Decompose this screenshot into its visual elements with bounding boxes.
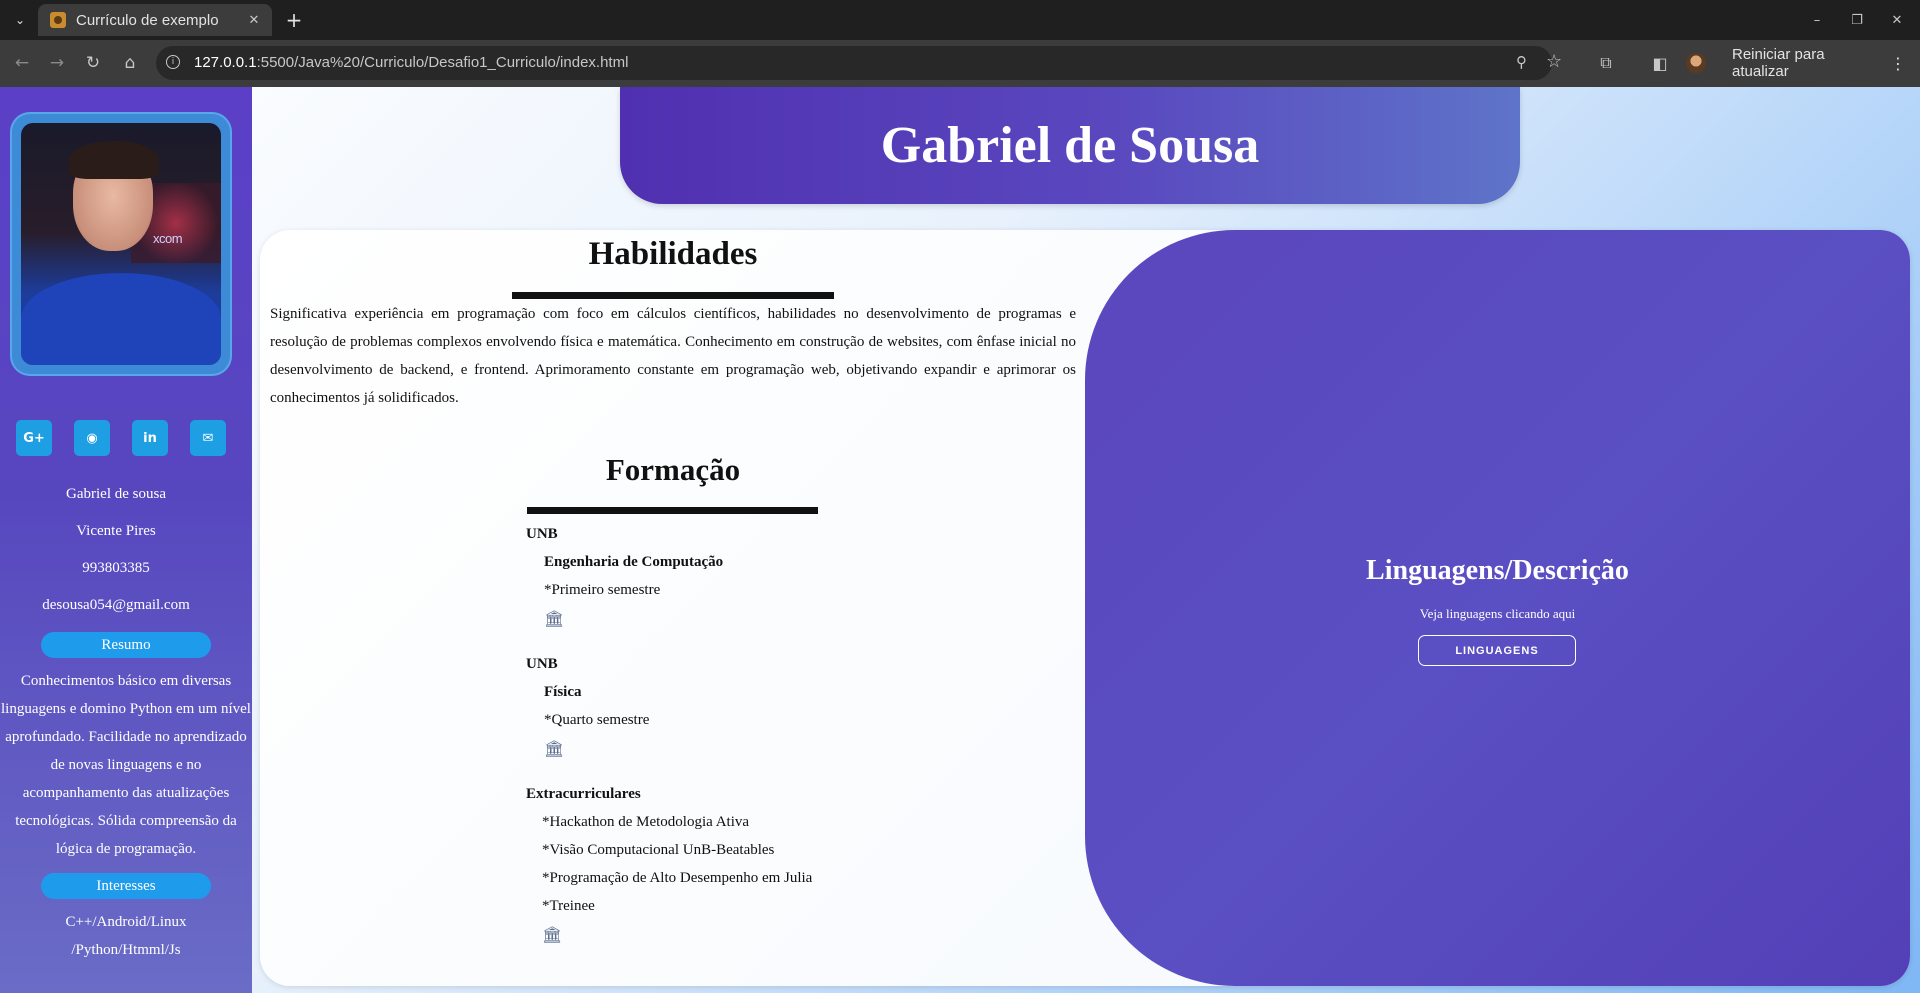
formacao-institution: UNB: [526, 656, 558, 672]
photo-logo-text: xcom: [153, 231, 183, 246]
linguagens-button[interactable]: LINGUAGENS: [1418, 635, 1576, 666]
zoom-icon[interactable]: ⚲: [1516, 53, 1527, 71]
home-icon[interactable]: ⌂: [118, 51, 142, 75]
extracurricular-item: *Visão Computacional UnB-Beatables: [542, 842, 775, 858]
site-info-icon[interactable]: i: [166, 55, 180, 69]
header-banner: Gabriel de Sousa: [620, 87, 1520, 204]
window-close-icon[interactable]: ✕: [1885, 8, 1909, 32]
habilidades-title: Habilidades: [588, 236, 758, 272]
extracurriculares-title: Extracurriculares: [526, 786, 641, 802]
github-icon[interactable]: ◉: [74, 420, 110, 456]
resumo-line: lógica de programação.: [55, 841, 197, 857]
extracurricular-item: *Hackathon de Metodologia Ativa: [542, 814, 750, 830]
browser-toolbar: ← → ↻ ⌂ i 127.0.0.1:5500/Java%20/Curricu…: [0, 40, 1920, 87]
tab-search-chevron-icon[interactable]: ⌄: [8, 8, 32, 32]
address-bar[interactable]: i 127.0.0.1:5500/Java%20/Curriculo/Desaf…: [156, 46, 1562, 80]
page-viewport: xcom G+ ◉ in ✉ Gabriel de sousa Vicente …: [0, 87, 1920, 993]
extensions-icon[interactable]: ⧉: [1594, 51, 1618, 75]
restore-icon[interactable]: ❐: [1845, 8, 1869, 32]
contact-email: desousa054@gmail.com: [42, 597, 190, 613]
linkedin-icon[interactable]: in: [132, 420, 168, 456]
favicon-icon: [50, 12, 66, 28]
formacao-item: *Quarto semestre: [544, 712, 650, 728]
resumo-text: Conhecimentos básico em diversas linguag…: [0, 667, 252, 863]
formacao-course: Engenharia de Computação: [544, 554, 724, 570]
profile-avatar[interactable]: [1686, 53, 1706, 73]
interesses-line: /Python/Htmml/Js: [71, 942, 181, 958]
resumo-line: de novas linguagens e no: [50, 757, 202, 773]
close-tab-icon[interactable]: ✕: [244, 10, 264, 30]
formacao-title: Formação: [605, 452, 741, 487]
institution-bank-icon: 🏛: [544, 609, 565, 628]
sidebar: xcom G+ ◉ in ✉ Gabriel de sousa Vicente …: [0, 87, 252, 993]
google-plus-icon[interactable]: G+: [16, 420, 52, 456]
contact-name: Gabriel de sousa: [66, 486, 166, 502]
extracurricular-item: *Programação de Alto Desempenho em Julia: [542, 870, 813, 886]
linguagens-subtitle: Veja linguagens clicando aqui: [1419, 606, 1576, 621]
content-card: Habilidades Significativa experiência em…: [260, 230, 1910, 986]
interesses-text: C++/Android/Linux /Python/Htmml/Js: [0, 908, 252, 964]
formacao-institution: UNB: [526, 526, 558, 542]
habilidades-text: Significativa experiência em programação…: [270, 306, 1076, 406]
interesses-badge: Interesses: [41, 873, 211, 899]
browser-tab[interactable]: Currículo de exemplo ✕: [38, 4, 272, 36]
profile-photo-frame: xcom: [12, 114, 230, 374]
extracurricular-item: *Treinee: [542, 898, 595, 914]
restart-to-update-button[interactable]: Reiniciar para atualizar ⋮: [1718, 46, 1920, 80]
habilidades-divider: [512, 292, 834, 299]
url-text[interactable]: 127.0.0.1:5500/Java%20/Curriculo/Desafio…: [194, 54, 628, 71]
url-host: 127.0.0.1: [194, 54, 257, 71]
profile-photo: xcom: [21, 123, 221, 365]
more-menu-icon[interactable]: ⋮: [1890, 54, 1906, 73]
forward-arrow-icon[interactable]: →: [45, 51, 69, 75]
social-links: G+ ◉ in ✉: [16, 420, 230, 456]
page-title: Gabriel de Sousa: [880, 117, 1260, 174]
tab-bar: ⌄ Currículo de exemplo ✕ + – ❐ ✕: [0, 0, 1920, 40]
institution-bank-icon: 🏛: [542, 925, 563, 944]
photo-hair: [69, 141, 159, 179]
linguagens-panel: Linguagens/Descrição Veja linguagens cli…: [1085, 230, 1910, 986]
contact-phone: 993803385: [82, 560, 150, 576]
institution-bank-icon: 🏛: [544, 739, 565, 758]
interesses-line: C++/Android/Linux: [65, 914, 187, 930]
resumo-line: tecnológicas. Sólida compreensão da: [15, 813, 237, 829]
contact-location: Vicente Pires: [76, 523, 156, 539]
resumo-badge: Resumo: [41, 632, 211, 658]
minimize-icon[interactable]: –: [1805, 8, 1829, 32]
formacao-divider: [527, 507, 818, 514]
side-panel-icon[interactable]: ◧: [1648, 51, 1672, 75]
url-path: :5500/Java%20/Curriculo/Desafio1_Curricu…: [256, 54, 629, 71]
linguagens-title: Linguagens/Descrição: [1366, 555, 1629, 586]
resumo-line: acompanhamento das atualizações: [22, 785, 230, 801]
formacao-course: Física: [544, 684, 582, 700]
resumo-line: aprofundado. Facilidade no aprendizado: [5, 729, 247, 745]
resumo-line: Conhecimentos básico em diversas: [20, 673, 232, 689]
photo-shirt: [21, 273, 221, 365]
restart-to-update-label: Reiniciar para atualizar: [1732, 46, 1825, 80]
new-tab-plus-icon[interactable]: +: [282, 8, 306, 32]
email-icon[interactable]: ✉: [190, 420, 226, 456]
bookmark-star-icon[interactable]: ☆: [1546, 51, 1562, 72]
back-arrow-icon[interactable]: ←: [10, 51, 34, 75]
tab-title: Currículo de exemplo: [76, 11, 219, 29]
formacao-item: *Primeiro semestre: [544, 582, 661, 598]
reload-icon[interactable]: ↻: [81, 51, 105, 75]
resumo-line: linguagens e domino Python em um nível: [1, 701, 251, 717]
